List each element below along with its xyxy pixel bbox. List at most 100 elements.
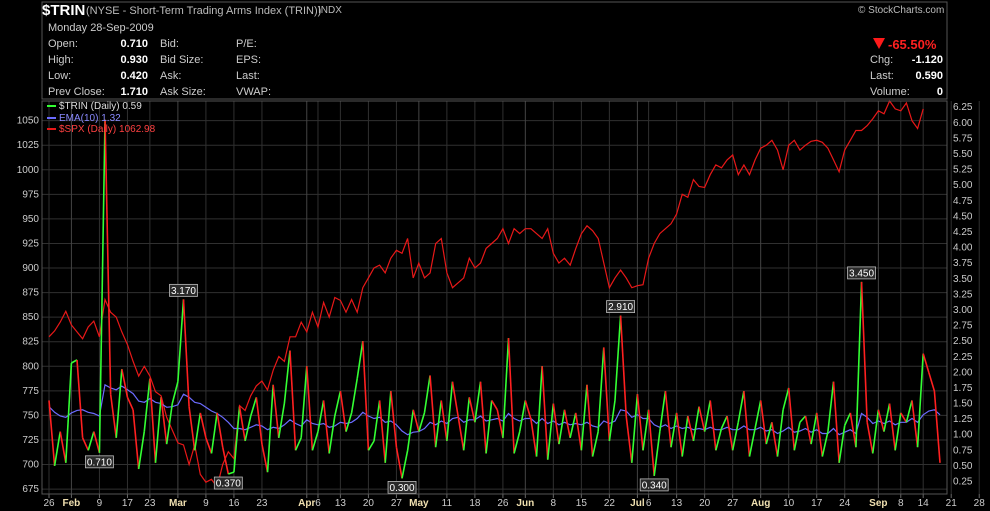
trin-segment	[143, 378, 151, 432]
x-tick-label: 17	[811, 498, 823, 509]
trin-segment	[664, 390, 672, 448]
trin-segment	[630, 394, 639, 463]
trin-segment	[827, 381, 835, 432]
right-tick-label: 0.25	[953, 477, 973, 488]
trin-segment	[569, 412, 577, 439]
trin-segment	[53, 431, 61, 467]
trin-segment	[311, 431, 319, 451]
trin-segment	[255, 397, 263, 445]
trin-segment	[821, 431, 829, 457]
x-tick-label: 8	[551, 498, 557, 509]
trin-segment	[900, 412, 908, 423]
trin-segment	[653, 431, 661, 477]
x-tick-label: 9	[97, 498, 103, 509]
trin-segment	[328, 415, 336, 454]
left-tick-label: 675	[22, 484, 39, 495]
left-tick-label: 800	[22, 361, 39, 372]
trin-segment	[317, 400, 325, 432]
trin-segment	[171, 381, 179, 404]
annotations: 0.710 3.170 0.370 0.300 2.910 0.340 3.450	[85, 266, 876, 494]
annotation-label: 0.710	[87, 457, 112, 468]
trin-segment	[244, 415, 252, 442]
trin-segment	[233, 406, 241, 473]
legend-trin: $TRIN (Daily) 0.59	[59, 101, 142, 112]
x-tick-label: 26	[43, 498, 55, 509]
trin-segment	[87, 431, 95, 451]
trin-segment	[272, 384, 280, 438]
x-tick-label: May	[409, 498, 429, 509]
trin-segment	[715, 428, 723, 451]
trin-segment	[93, 431, 101, 454]
left-axis: 675 700 725 750 775 800 825 850 875 900 925 950 975 1…	[17, 116, 40, 495]
x-tick-label: 23	[256, 498, 268, 509]
x-tick-label: 24	[839, 498, 851, 509]
trin-segment	[384, 391, 392, 463]
legend-ema: EMA(10) 1.32	[59, 113, 121, 124]
trin-segment	[423, 375, 431, 414]
trin-segment	[177, 299, 185, 382]
trin-segment	[305, 366, 314, 451]
x-tick-label: Apr	[298, 498, 315, 509]
right-tick-label: 4.25	[953, 227, 973, 238]
trin-segment	[462, 397, 471, 451]
left-tick-label: 900	[22, 263, 39, 274]
trin-segment	[334, 390, 342, 417]
x-tick-label: 6	[646, 498, 652, 509]
trin-segment	[221, 447, 230, 475]
trin-segment	[518, 400, 527, 432]
x-tick-label: Sep	[869, 498, 887, 509]
right-tick-label: 1.25	[953, 414, 973, 425]
trin-segment	[210, 412, 218, 454]
trin-segment	[894, 412, 902, 451]
trin-segment	[502, 338, 510, 438]
trin-segment	[765, 422, 773, 445]
trin-segment	[367, 440, 375, 451]
x-tick-label: 17	[122, 498, 134, 509]
trin-segment	[356, 341, 364, 379]
right-tick-label: 2.25	[953, 352, 973, 363]
right-tick-label: 3.25	[953, 289, 973, 300]
trin-segment	[395, 447, 403, 479]
trin-segment	[922, 353, 930, 373]
annotation-label: 0.300	[390, 483, 415, 494]
trin-segment	[799, 415, 807, 423]
left-tick-label: 1050	[17, 116, 40, 127]
trin-segment	[121, 369, 129, 398]
ema-line	[48, 383, 941, 436]
trin-segment	[771, 422, 779, 457]
trin-segment	[535, 366, 543, 457]
trin-segment	[228, 471, 235, 475]
trin-segment	[249, 397, 258, 417]
trin-segment	[681, 415, 689, 457]
trin-segment	[485, 400, 493, 454]
x-tick-label: 27	[727, 498, 739, 509]
x-tick-label: 26	[497, 498, 509, 509]
left-tick-label: 1025	[17, 140, 40, 151]
x-tick-label: Jul	[630, 498, 645, 509]
right-tick-label: 1.00	[953, 430, 973, 441]
right-tick-label: 3.50	[953, 274, 973, 285]
right-tick-label: 2.75	[953, 321, 973, 332]
trin-segment	[524, 400, 532, 420]
trin-segment	[614, 315, 622, 401]
x-tick-label: Jun	[516, 498, 534, 509]
left-tick-label: 1000	[17, 165, 40, 176]
trin-segment	[261, 443, 269, 473]
x-tick-label: Aug	[751, 498, 770, 509]
x-tick-label: Mar	[169, 498, 187, 509]
x-tick-label: 21	[946, 498, 958, 509]
trin-segment	[793, 422, 801, 451]
x-tick-label: 11	[442, 498, 453, 509]
trin-segment	[888, 403, 896, 451]
trin-segment	[238, 406, 246, 442]
trin-segment	[787, 387, 796, 451]
trin-segment	[546, 403, 555, 460]
x-tick-label: 9	[203, 498, 209, 509]
right-tick-label: 0.50	[953, 461, 973, 472]
header-frame	[41, 1, 948, 100]
trin-segment	[883, 403, 891, 432]
x-tick-label: 20	[699, 498, 711, 509]
trin-segment	[165, 403, 174, 445]
trin-segment	[378, 400, 387, 463]
trin-segment	[216, 412, 224, 448]
